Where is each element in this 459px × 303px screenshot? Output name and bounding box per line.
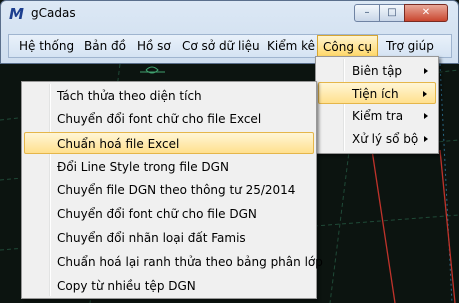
menu-item-label: Tiện ích: [352, 87, 399, 101]
menu-cong-cu[interactable]: Công cụ: [317, 35, 378, 57]
gcadas-logo-icon: M: [9, 5, 24, 23]
title-bar[interactable]: M gCadas – □ ✕: [1, 1, 458, 27]
menu-item-label: Chuyển đổi font chữ cho file Excel: [57, 112, 262, 126]
minimize-button[interactable]: –: [354, 4, 380, 22]
menu-item-label: Xử lý sổ bộ: [352, 132, 419, 146]
menu-item-label: Biên tập: [352, 64, 403, 78]
app-window: M gCadas – □ ✕ Hệ thống Bản đồ Hồ sơ Cơ …: [0, 0, 459, 64]
tien-ich-submenu: Tách thửa theo diện tích Chuyển đổi font…: [21, 81, 323, 299]
menu-kiem-ke[interactable]: Kiểm kê: [267, 38, 315, 54]
menu-item-label: Tách thửa theo diện tích: [57, 89, 202, 103]
menu-item-xu-ly-so-bo[interactable]: Xử lý sổ bộ: [318, 128, 436, 150]
submenu-arrow-icon: [424, 113, 428, 119]
menu-item-label: Copy từ nhiều tệp DGN: [57, 279, 196, 293]
menu-item-label: Chuẩn hoá lại ranh thửa theo bảng phân l…: [57, 255, 323, 269]
menu-item-tach-thua[interactable]: Tách thửa theo diện tích: [24, 85, 314, 107]
menu-item-tien-ich[interactable]: Tiện ích: [318, 82, 436, 104]
menu-item-label: Chuẩn hoá file Excel: [57, 137, 180, 151]
menu-item-label: Đổi Line Style trong file DGN: [57, 160, 229, 174]
cong-cu-dropdown: Biên tập Tiện ích Kiểm tra Xử lý sổ bộ: [315, 56, 439, 154]
menu-ban-do[interactable]: Bản đồ: [84, 38, 126, 54]
menu-item-ranh-thua[interactable]: Chuẩn hoá lại ranh thửa theo bảng phân l…: [24, 251, 323, 273]
menu-item-chuan-hoa-excel[interactable]: Chuẩn hoá file Excel: [24, 132, 314, 154]
maximize-button[interactable]: □: [379, 4, 405, 22]
menu-item-label: Chuyển đổi font chữ cho file DGN: [57, 207, 257, 221]
menu-item-font-excel[interactable]: Chuyển đổi font chữ cho file Excel: [24, 108, 314, 130]
menu-bar: Hệ thống Bản đồ Hồ sơ Cơ sở dữ liệu Kiểm…: [8, 34, 452, 58]
menu-item-nhan-famis[interactable]: Chuyển đổi nhãn loại đất Famis: [24, 227, 314, 249]
menu-ho-so[interactable]: Hồ sơ: [137, 38, 171, 54]
menu-item-label: Kiểm tra: [352, 109, 404, 123]
menu-item-copy-dgn[interactable]: Copy từ nhiều tệp DGN: [24, 275, 314, 297]
submenu-arrow-icon: [424, 136, 428, 142]
submenu-arrow-icon: [423, 91, 427, 97]
menu-item-font-dgn[interactable]: Chuyển đổi font chữ cho file DGN: [24, 203, 314, 225]
menu-item-line-style-dgn[interactable]: Đổi Line Style trong file DGN: [24, 156, 314, 178]
menu-item-chuyen-dgn-tt25[interactable]: Chuyển file DGN theo thông tư 25/2014: [24, 179, 314, 201]
menu-item-label: Chuyển file DGN theo thông tư 25/2014: [57, 183, 296, 197]
menu-item-label: Chuyển đổi nhãn loại đất Famis: [57, 231, 246, 245]
menu-tro-giup[interactable]: Trợ giúp: [386, 38, 434, 54]
submenu-arrow-icon: [424, 68, 428, 74]
menu-co-so-du-lieu[interactable]: Cơ sở dữ liệu: [182, 38, 260, 54]
close-button[interactable]: ✕: [404, 4, 448, 22]
menu-item-kiem-tra[interactable]: Kiểm tra: [318, 105, 436, 127]
window-title: gCadas: [31, 6, 76, 20]
menu-he-thong[interactable]: Hệ thống: [19, 38, 74, 54]
menu-item-bien-tap[interactable]: Biên tập: [318, 60, 436, 82]
